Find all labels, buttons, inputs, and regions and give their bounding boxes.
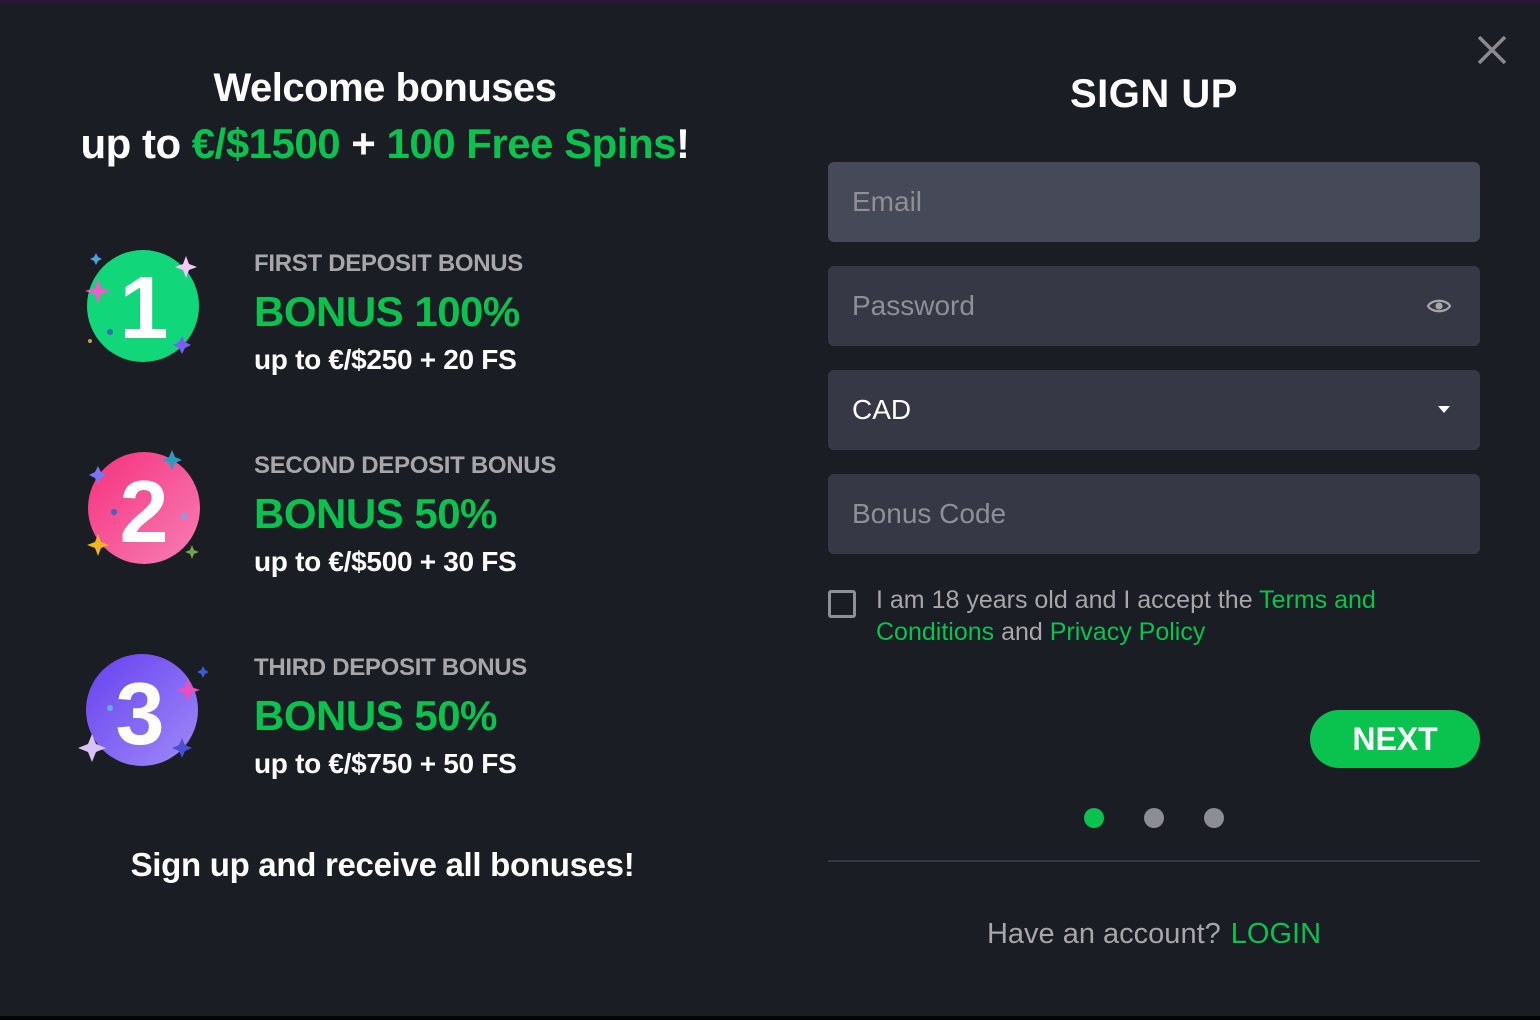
promo-subtitle: up to €/$1500 + 100 Free Spins! xyxy=(0,120,770,168)
step-dot-3[interactable] xyxy=(1204,808,1224,828)
bonus-detail: up to €/$250 + 20 FS xyxy=(254,344,517,375)
terms-middle: and xyxy=(994,618,1050,646)
promo-spins: 100 Free Spins xyxy=(386,120,677,167)
badge-1-icon: 1 xyxy=(78,248,208,378)
signup-all-bonuses-text: Sign up and receive all bonuses! xyxy=(130,846,635,883)
bonus-label: SECOND DEPOSIT BONUS xyxy=(254,452,557,479)
promo-suffix: ! xyxy=(675,120,690,167)
bonus-code-input[interactable] xyxy=(828,474,1480,554)
currency-select[interactable]: CAD xyxy=(828,370,1480,450)
badge-2-icon: 2 xyxy=(78,450,208,580)
have-account-text: Have an account? xyxy=(986,918,1221,950)
currency-value: CAD xyxy=(852,394,912,425)
svg-text:3: 3 xyxy=(116,664,165,763)
svg-text:2: 2 xyxy=(120,462,169,561)
badge-3-icon: 3 xyxy=(78,652,209,782)
bonus-item-second: 2 SECOND DEPOSIT BONUS BONUS 50% up to €… xyxy=(78,450,678,590)
email-field[interactable] xyxy=(828,162,1480,242)
bottom-edge xyxy=(0,1016,1540,1020)
close-button[interactable] xyxy=(1474,32,1510,68)
promo-amount: €/$1500 xyxy=(191,120,341,167)
promo-title: Welcome bonuses xyxy=(213,66,557,110)
terms-text: I am 18 years old and I accept the Terms… xyxy=(876,584,1416,648)
have-account-row: Have an account? LOGIN xyxy=(828,918,1480,951)
close-icon xyxy=(1477,35,1507,65)
show-password-toggle[interactable] xyxy=(1426,294,1452,318)
bonus-code-field[interactable] xyxy=(828,474,1480,554)
privacy-link[interactable]: Privacy Policy xyxy=(1050,618,1206,646)
login-link[interactable]: LOGIN xyxy=(1231,918,1321,950)
bonus-item-third: 3 THIRD DEPOSIT BONUS BONUS 50% up to €/… xyxy=(78,652,678,792)
bonus-item-first: 1 FIRST DEPOSIT BONUS BONUS 100% up to €… xyxy=(78,248,678,388)
age-terms-checkbox[interactable] xyxy=(828,590,856,618)
promo-panel: Welcome bonuses up to €/$1500 + 100 Free… xyxy=(0,0,770,1016)
password-input[interactable] xyxy=(828,266,1480,346)
email-input[interactable] xyxy=(828,162,1480,242)
promo-prefix: up to xyxy=(80,120,192,167)
terms-prefix: I am 18 years old and I accept the xyxy=(876,586,1260,614)
bonus-percent: BONUS 50% xyxy=(254,692,497,739)
next-button[interactable]: NEXT xyxy=(1310,710,1480,768)
signup-title: SIGN UP xyxy=(1070,72,1238,116)
step-dot-1[interactable] xyxy=(1084,808,1104,828)
bonus-label: FIRST DEPOSIT BONUS xyxy=(254,250,523,277)
step-dot-2[interactable] xyxy=(1144,808,1164,828)
bonus-percent: BONUS 50% xyxy=(254,490,497,537)
bonus-percent: BONUS 100% xyxy=(254,288,520,335)
svg-text:1: 1 xyxy=(120,258,169,357)
chevron-down-icon xyxy=(1438,406,1450,413)
promo-plus: + xyxy=(340,120,387,167)
password-field[interactable] xyxy=(828,266,1480,346)
bonus-detail: up to €/$500 + 30 FS xyxy=(254,546,517,577)
bonus-label: THIRD DEPOSIT BONUS xyxy=(254,654,527,681)
divider xyxy=(828,860,1480,862)
eye-icon xyxy=(1426,299,1452,313)
bonus-detail: up to €/$750 + 50 FS xyxy=(254,748,517,779)
